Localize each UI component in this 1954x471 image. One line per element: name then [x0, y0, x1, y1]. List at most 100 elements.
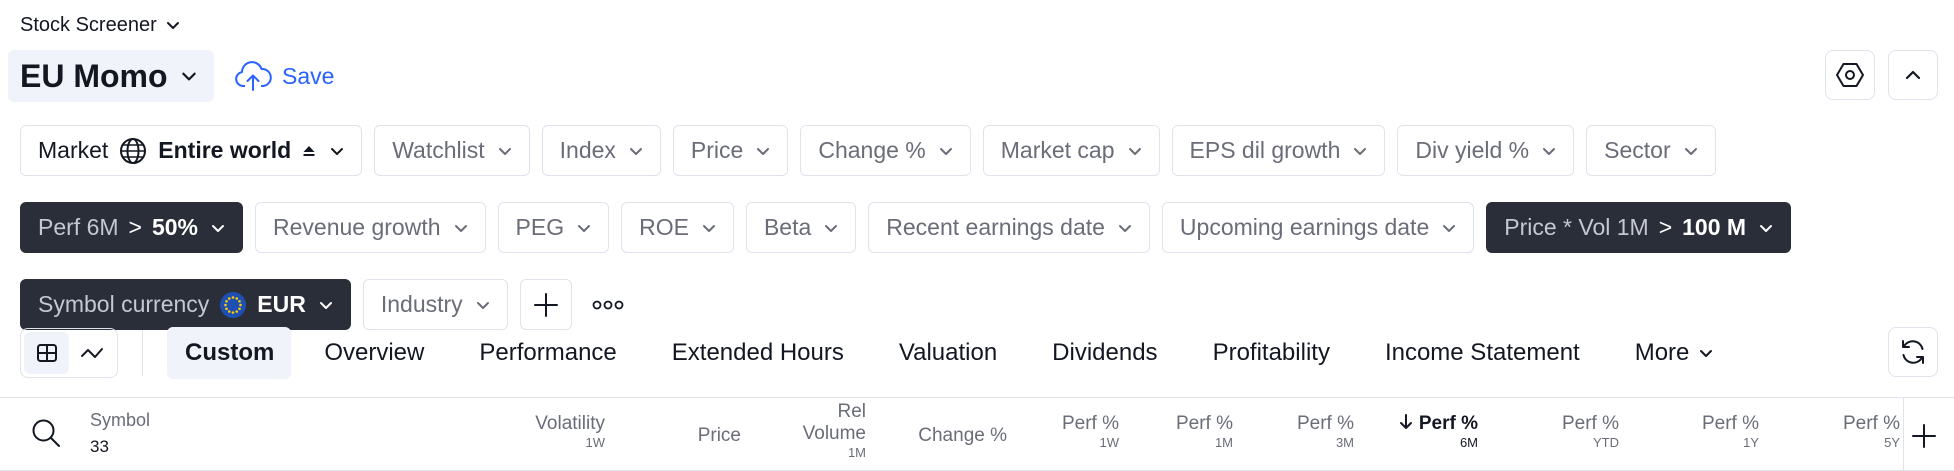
filter-change-pct[interactable]: Change %: [800, 125, 971, 176]
screen-name-button[interactable]: EU Momo: [8, 50, 214, 102]
filter-perf-6m[interactable]: Perf 6M > 50%: [20, 202, 244, 253]
col-perf-5y[interactable]: Perf % 5Y: [1843, 413, 1900, 451]
filter-beta[interactable]: Beta: [745, 202, 857, 253]
chevron-down-icon: [165, 17, 181, 33]
tab-label: Performance: [479, 339, 617, 366]
filter-symbol-currency[interactable]: Symbol currency EUR: [20, 279, 351, 330]
tab-more[interactable]: More: [1617, 327, 1732, 379]
chart-view-button[interactable]: [69, 332, 114, 374]
table-view-button[interactable]: [24, 332, 69, 374]
chevron-down-icon: [701, 220, 717, 236]
col-title: Rel: [837, 401, 866, 422]
col-volatility[interactable]: Volatility 1W: [535, 413, 605, 451]
symbol-header-label: Symbol: [90, 410, 151, 430]
chevron-down-icon: [180, 67, 198, 85]
filter-watchlist[interactable]: Watchlist: [374, 125, 530, 176]
filter-market-cap[interactable]: Market cap: [982, 125, 1160, 176]
col-sub: 6M: [1459, 435, 1478, 450]
tab-label: Custom: [185, 339, 275, 366]
save-button[interactable]: Save: [234, 58, 334, 94]
col-perf-1w[interactable]: Perf % 1W: [1062, 413, 1119, 451]
collapse-button[interactable]: [1888, 50, 1938, 100]
tab-label: Extended Hours: [671, 339, 844, 366]
filter-roe[interactable]: ROE: [621, 202, 734, 253]
filter-change-pct-label: Change %: [818, 137, 926, 163]
filter-recent-earnings[interactable]: Recent earnings date: [868, 202, 1150, 253]
filter-perf-6m-label: Perf 6M: [38, 214, 119, 240]
chevron-down-icon: [329, 143, 345, 159]
filter-div-yield[interactable]: Div yield %: [1397, 125, 1575, 176]
filter-market-value: Entire world: [158, 137, 292, 163]
filter-market[interactable]: Market Entire world: [20, 125, 363, 176]
filter-beta-label: Beta: [763, 214, 812, 240]
chevron-up-icon: [1901, 63, 1925, 87]
more-horizontal-icon: [592, 299, 624, 311]
filter-market-label: Market: [38, 137, 109, 163]
col-perf-1y[interactable]: Perf % 1Y: [1702, 413, 1759, 451]
col-title: Perf %: [1418, 413, 1478, 434]
filter-recent-earnings-label: Recent earnings date: [886, 214, 1105, 240]
tab-valuation[interactable]: Valuation: [881, 327, 1014, 379]
tab-dividends[interactable]: Dividends: [1034, 327, 1174, 379]
col-sub: 3M: [1335, 435, 1354, 450]
settings-button[interactable]: [1825, 50, 1875, 100]
filter-upcoming-earnings[interactable]: Upcoming earnings date: [1161, 202, 1475, 253]
col-perf-ytd[interactable]: Perf % YTD: [1562, 413, 1619, 451]
col-sub: 5Y: [1884, 435, 1900, 450]
filter-price-vol-label: Price * Vol 1M: [1504, 214, 1649, 240]
filter-price-vol[interactable]: Price * Vol 1M > 100 M: [1486, 202, 1792, 253]
chevron-down-icon: [1758, 220, 1774, 236]
refresh-button[interactable]: [1888, 327, 1938, 377]
chevron-down-icon: [1698, 345, 1714, 361]
col-sub: 1W: [1099, 435, 1120, 450]
eject-icon: [301, 143, 317, 159]
add-filter-button[interactable]: [519, 279, 572, 330]
filter-revenue-growth[interactable]: Revenue growth: [255, 202, 486, 253]
col-title: Price: [697, 425, 741, 446]
view-toggle: [20, 328, 118, 378]
tab-profitability[interactable]: Profitability: [1195, 327, 1347, 379]
filter-index[interactable]: Index: [541, 125, 661, 176]
col-perf-6m[interactable]: Perf % 6M: [1399, 413, 1478, 451]
symbol-search-button[interactable]: [30, 417, 62, 449]
tab-label: Profitability: [1212, 339, 1330, 366]
filter-sector[interactable]: Sector: [1586, 125, 1716, 176]
refresh-icon: [1898, 337, 1928, 367]
symbol-column-header[interactable]: Symbol 33: [90, 410, 150, 457]
col-title: Volatility: [535, 413, 605, 434]
filter-bar: Market Entire world Watchlist Index Pric…: [20, 125, 1920, 330]
line-chart-icon: [79, 341, 105, 365]
col-title: Perf %: [1561, 413, 1619, 434]
filter-eps-growth[interactable]: EPS dil growth: [1171, 125, 1386, 176]
tab-performance[interactable]: Performance: [461, 327, 633, 379]
col-rel-volume[interactable]: Rel Volume 1M: [803, 401, 866, 461]
tab-label: Dividends: [1052, 339, 1158, 366]
add-column-button[interactable]: [1904, 416, 1944, 456]
tab-custom[interactable]: Custom: [167, 327, 292, 379]
filter-industry-label: Industry: [380, 291, 463, 317]
tab-extended-hours[interactable]: Extended Hours: [654, 327, 861, 379]
tab-income-statement[interactable]: Income Statement: [1367, 327, 1597, 379]
filter-perf-6m-operator: >: [128, 214, 142, 240]
chevron-down-icon: [1541, 143, 1557, 159]
col-title: Perf %: [1842, 413, 1900, 434]
filter-roe-label: ROE: [639, 214, 689, 240]
filter-peg[interactable]: PEG: [497, 202, 610, 253]
col-perf-1m[interactable]: Perf % 1M: [1176, 413, 1233, 451]
col-sub: 1Y: [1743, 435, 1759, 450]
col-sub: YTD: [1593, 435, 1619, 450]
filter-eps-growth-label: EPS dil growth: [1189, 137, 1341, 163]
divider: [142, 330, 143, 376]
more-filters-button[interactable]: [584, 279, 632, 330]
col-perf-3m[interactable]: Perf % 3M: [1297, 413, 1354, 451]
table-header: Symbol 33 Volatility 1W Price Rel Volume…: [0, 397, 1954, 471]
screener-menu[interactable]: Stock Screener: [20, 10, 181, 40]
filter-industry[interactable]: Industry: [362, 279, 508, 330]
filter-sector-label: Sector: [1604, 137, 1671, 163]
col-price[interactable]: Price: [698, 425, 741, 447]
col-change-pct[interactable]: Change %: [918, 425, 1007, 447]
chevron-down-icon: [1352, 143, 1368, 159]
col-title: Perf %: [1701, 413, 1759, 434]
filter-price[interactable]: Price: [672, 125, 789, 176]
tab-overview[interactable]: Overview: [306, 327, 441, 379]
